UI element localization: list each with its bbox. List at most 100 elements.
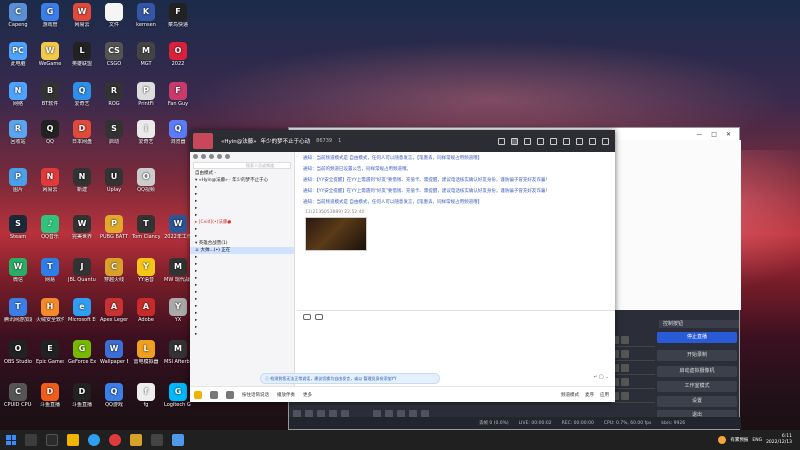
desktop-icon[interactable]: CCPUID CPU-Z MSI xyxy=(4,383,32,408)
settings-button[interactable]: 设置 xyxy=(657,396,737,407)
desktop-icon[interactable]: ♪ QQ音乐 xyxy=(36,215,64,240)
desktop-icon[interactable]: Q QQ xyxy=(36,120,64,145)
desktop-icon[interactable]: T 腾讯网游加速 xyxy=(4,298,32,323)
desktop-icon[interactable]: GLogitech G HUB xyxy=(164,383,192,408)
windows-start-icon[interactable] xyxy=(6,435,16,445)
desktop-icon[interactable]: MMSI Afterburner xyxy=(164,340,192,365)
desktop-icon[interactable]: C 穿越火线 xyxy=(100,258,128,283)
push-to-talk-button[interactable]: 按住话筒说话 xyxy=(242,392,269,398)
channel-icon[interactable] xyxy=(537,137,544,145)
image-thumbnail[interactable] xyxy=(305,217,367,251)
desktop-icon[interactable]: O 2022 xyxy=(164,42,192,67)
desktop-icon[interactable]: Q QQ游戏 xyxy=(100,383,128,408)
desktop-icon[interactable]: EEpic Games Launcher xyxy=(36,340,64,365)
weather-icon[interactable] xyxy=(718,436,727,444)
source-row[interactable] xyxy=(611,333,655,347)
channel-tree-item[interactable]: ▸ xyxy=(190,303,294,310)
channel-tree-item[interactable]: ▸ xyxy=(190,289,294,296)
desktop-icon[interactable]: PC 此电脑 xyxy=(4,42,32,67)
more-button[interactable]: 更多 xyxy=(303,392,312,398)
desktop-icon[interactable]: f fg xyxy=(132,383,160,408)
channel-tree-item[interactable]: ▾ «Hyin@法藤» · 年少的梦不止于心 xyxy=(190,177,294,184)
desktop-icon[interactable]: W WeGame xyxy=(36,42,64,67)
desktop-icon[interactable]: A Adobe xyxy=(132,298,160,323)
desktop-icon[interactable]: W 完美世界 xyxy=(68,215,96,240)
desktop-icon[interactable]: N 新建 xyxy=(68,168,96,193)
tool-icon[interactable] xyxy=(209,154,214,159)
search-icon[interactable] xyxy=(25,434,37,446)
obs-icon[interactable] xyxy=(151,434,163,446)
tool-icon[interactable] xyxy=(217,154,222,159)
source-row[interactable] xyxy=(611,375,655,389)
desktop-icon[interactable]: GGeForce Experience xyxy=(68,340,96,365)
desktop-icon[interactable]: 文件 xyxy=(100,3,128,28)
desktop-icon[interactable]: L 雷电模拟器 xyxy=(132,340,160,365)
desktop-icon[interactable]: C Capeng xyxy=(4,3,32,28)
channel-tree-item[interactable]: ▸ [Ceid](•)法藤● xyxy=(190,219,294,226)
channel-tree-item[interactable]: ▸ xyxy=(190,282,294,289)
maximize-icon[interactable] xyxy=(589,137,596,145)
desktop-icon[interactable]: T 网易 xyxy=(36,258,64,283)
desktop-icon[interactable]: W 网易云 xyxy=(68,3,96,28)
channel-tree-item[interactable]: ▸ xyxy=(190,324,294,331)
channel-mode-button[interactable]: 频道模式 xyxy=(561,392,579,398)
desktop-icon[interactable]: F Fan Guy xyxy=(164,82,192,107)
channel-tree-item[interactable]: ▸ xyxy=(190,212,294,219)
desktop-icon[interactable]: Y YY语音 xyxy=(132,258,160,283)
desktop-icon[interactable]: CS CSGO xyxy=(100,42,128,67)
close-icon[interactable]: ✕ xyxy=(726,131,731,138)
edge-icon[interactable] xyxy=(88,434,100,446)
desktop-icon[interactable]: P 图片 xyxy=(4,168,32,193)
desktop-icon[interactable]: F 菜鸟快递 xyxy=(164,3,192,28)
search-input[interactable]: 搜索人员或频道 xyxy=(193,162,291,169)
play-music-button[interactable]: 播放伴奏 xyxy=(277,392,295,398)
desktop-icon[interactable]: N 网络 xyxy=(4,82,32,107)
emoji-icon[interactable] xyxy=(315,314,323,320)
live-icon[interactable] xyxy=(498,137,505,145)
start-recording-button[interactable]: 开始录制 xyxy=(657,350,737,361)
channel-tree-item[interactable]: ▸ xyxy=(190,296,294,303)
studio-mode-button[interactable]: 工作室模式 xyxy=(657,381,737,392)
desktop-icon[interactable]: M MW 现代战争 xyxy=(164,258,192,283)
channel-tree-item[interactable]: ▸ xyxy=(190,275,294,282)
desktop-icon[interactable]: R ROG xyxy=(100,82,128,107)
app-icon[interactable] xyxy=(172,434,184,446)
source-row[interactable] xyxy=(611,347,655,361)
home-icon[interactable] xyxy=(511,137,518,145)
weather-text[interactable]: 有雾预报 xyxy=(730,437,748,443)
mail-icon[interactable] xyxy=(550,137,557,145)
channel-tree-item[interactable]: ▸ xyxy=(190,191,294,198)
desktop-icon[interactable]: i 爱奇艺 xyxy=(132,120,160,145)
desktop-icon[interactable]: S Steam xyxy=(4,215,32,240)
desktop-icon[interactable]: WWallpaper Engine xyxy=(100,340,128,365)
netease-music-icon[interactable] xyxy=(109,434,121,446)
desktop-icon[interactable]: U Uplay xyxy=(100,168,128,193)
channel-tree-item[interactable]: 自由模式 - xyxy=(190,170,294,177)
speaker-icon[interactable] xyxy=(210,390,218,399)
desktop-icon[interactable]: eMicrosoft Edge xyxy=(68,298,96,323)
channel-tree-item[interactable]: ▾ 英雄合战营(1) xyxy=(190,240,294,247)
desktop-icon[interactable]: M MGT xyxy=(132,42,160,67)
desktop-icon[interactable]: N 网易云 xyxy=(36,168,64,193)
virtual-camera-button[interactable]: 启动虚拟摄像机 xyxy=(657,366,737,377)
desktop-icon[interactable]: W 2022年工作 xyxy=(164,215,192,240)
desktop-icon[interactable]: Y YX xyxy=(164,298,192,323)
desktop-icon[interactable]: W 微信 xyxy=(4,258,32,283)
source-row[interactable] xyxy=(611,389,655,403)
desktop-icon[interactable]: D 斗鱼直播 xyxy=(36,383,64,408)
mic-icon[interactable] xyxy=(226,390,234,399)
channel-tree-item[interactable]: ▸ xyxy=(190,268,294,275)
desktop-icon[interactable]: G 游戏管 xyxy=(36,3,64,28)
desktop-icon[interactable]: R 回收站 xyxy=(4,120,32,145)
channel-tree-item[interactable]: ⚔ 大帅...(•) 正在 xyxy=(190,247,294,254)
tool-icon[interactable] xyxy=(225,154,230,159)
desktop-icon[interactable]: P PrintFi xyxy=(132,82,160,107)
lang-indicator[interactable]: ENG xyxy=(752,438,762,443)
tool-icon[interactable] xyxy=(201,154,206,159)
channel-tree-item[interactable]: ▸ xyxy=(190,226,294,233)
desktop-icon[interactable]: H 火绒安全软件 xyxy=(36,298,64,323)
task-view-icon[interactable] xyxy=(46,434,58,446)
channel-tree-item[interactable]: ▸ xyxy=(190,317,294,324)
channel-tree-item[interactable]: ▸ xyxy=(190,184,294,191)
desktop-icon[interactable]: B BT软件 xyxy=(36,82,64,107)
